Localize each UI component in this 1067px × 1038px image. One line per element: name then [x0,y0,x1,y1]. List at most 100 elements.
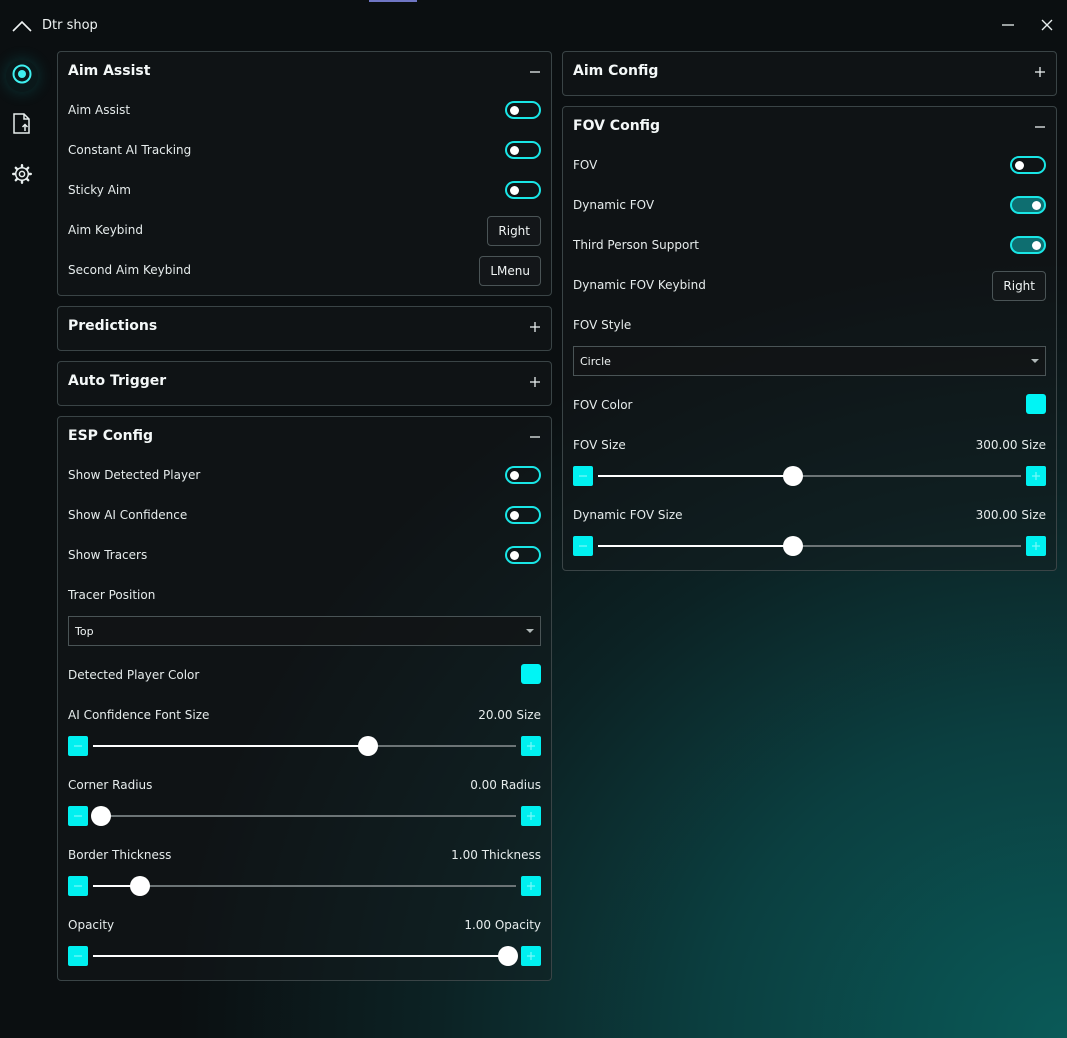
slider-thumb[interactable] [782,536,803,556]
ai-confidence-font-size-label: AI Confidence Font Size [68,708,210,722]
dynamic-fov-size-slider [573,536,1046,556]
constant-ai-tracking-toggle[interactable] [505,141,541,159]
aim-config-header[interactable]: Aim Config [563,52,1056,92]
fov-config-panel: FOV Config FOV Dynamic FOV Third Person … [562,106,1057,571]
slider-thumb[interactable] [91,806,112,826]
panel-title: Auto Trigger [68,373,167,389]
third-person-support-row: Third Person Support [573,234,1046,258]
corner-radius-slider [68,806,541,826]
increment-button[interactable] [521,876,541,896]
fov-size-row: FOV Size 300.00 Size [573,434,1046,458]
toggle-knob [510,146,519,155]
esp-config-header[interactable]: ESP Config [58,417,551,457]
fov-toggle[interactable] [1010,156,1046,174]
gear-icon [11,163,33,189]
slider-thumb[interactable] [129,876,150,896]
corner-radius-value: 0.00 Radius [470,778,541,792]
collapse-icon[interactable] [527,429,543,445]
fov-style-select[interactable]: Circle [573,346,1046,376]
sticky-aim-label: Sticky Aim [68,183,131,197]
slider-thumb[interactable] [782,466,803,486]
slider-track[interactable] [598,466,1021,486]
aim-assist-toggle[interactable] [505,101,541,119]
opacity-row: Opacity 1.00 Opacity [68,914,541,938]
opacity-slider [68,946,541,966]
dynamic-fov-keybind-button[interactable]: Right [992,271,1046,301]
slider-track[interactable] [93,736,516,756]
expand-icon[interactable] [1032,64,1048,80]
dynamic-fov-row: Dynamic FOV [573,194,1046,218]
aim-keybind-label: Aim Keybind [68,223,143,237]
dynamic-fov-keybind-row: Dynamic FOV Keybind Right [573,271,1046,301]
aim-keybind-button[interactable]: Right [487,216,541,246]
slider-track[interactable] [93,946,518,966]
slider-thumb[interactable] [497,946,518,966]
constant-ai-tracking-label: Constant AI Tracking [68,143,192,157]
decrement-button[interactable] [68,876,88,896]
ai-confidence-font-size-row: AI Confidence Font Size 20.00 Size [68,704,541,728]
slider-track[interactable] [91,806,516,826]
aim-assist-header[interactable]: Aim Assist [58,52,551,92]
show-ai-confidence-row: Show AI Confidence [68,504,541,528]
ai-confidence-font-size-value: 20.00 Size [478,708,541,722]
decrement-button[interactable] [573,466,593,486]
chevron-down-icon [1031,359,1039,363]
tracer-position-row: Tracer Position [68,584,541,608]
slider-thumb[interactable] [357,736,378,756]
detected-player-color-label: Detected Player Color [68,668,200,682]
second-aim-keybind-label: Second Aim Keybind [68,263,191,277]
toggle-knob [510,551,519,560]
predictions-header[interactable]: Predictions [58,307,551,347]
sidebar [0,52,44,1038]
increment-button[interactable] [1026,466,1046,486]
auto-trigger-header[interactable]: Auto Trigger [58,362,551,402]
show-detected-player-toggle[interactable] [505,466,541,484]
slider-fill [598,545,793,547]
decrement-button[interactable] [68,946,88,966]
show-tracers-label: Show Tracers [68,548,148,562]
sidebar-item-files[interactable] [6,110,38,142]
dynamic-fov-keybind-label: Dynamic FOV Keybind [573,278,706,292]
slider-track[interactable] [93,876,516,896]
fov-label: FOV [573,158,598,172]
tracer-position-select[interactable]: Top [68,616,541,646]
increment-button[interactable] [1026,536,1046,556]
sidebar-item-settings[interactable] [6,160,38,192]
decrement-button[interactable] [68,736,88,756]
border-thickness-slider [68,876,541,896]
fov-config-header[interactable]: FOV Config [563,107,1056,147]
increment-button[interactable] [521,806,541,826]
second-aim-keybind-button[interactable]: LMenu [479,256,541,286]
border-thickness-value: 1.00 Thickness [451,848,541,862]
dynamic-fov-size-row: Dynamic FOV Size 300.00 Size [573,504,1046,528]
panel-title: Aim Assist [68,63,151,79]
collapse-icon[interactable] [1032,119,1048,135]
slider-fill [93,745,368,747]
slider-fill [598,475,793,477]
second-aim-keybind-row: Second Aim Keybind LMenu [68,256,541,286]
increment-button[interactable] [521,736,541,756]
expand-icon[interactable] [527,319,543,335]
close-button[interactable] [1038,16,1056,34]
sidebar-item-aim[interactable] [6,60,38,92]
opacity-label: Opacity [68,918,115,932]
sticky-aim-toggle[interactable] [505,181,541,199]
detected-player-color-swatch[interactable] [521,664,541,684]
corner-radius-label: Corner Radius [68,778,153,792]
decrement-button[interactable] [68,806,88,826]
collapse-icon[interactable] [527,64,543,80]
increment-button[interactable] [521,946,541,966]
minimize-button[interactable] [999,16,1017,34]
panel-title: Aim Config [573,63,659,79]
show-tracers-toggle[interactable] [505,546,541,564]
decrement-button[interactable] [573,536,593,556]
dynamic-fov-label: Dynamic FOV [573,198,655,212]
slider-track[interactable] [598,536,1021,556]
dynamic-fov-toggle[interactable] [1010,196,1046,214]
auto-trigger-panel: Auto Trigger [57,361,552,406]
show-ai-confidence-toggle[interactable] [505,506,541,524]
third-person-support-toggle[interactable] [1010,236,1046,254]
expand-icon[interactable] [527,374,543,390]
toggle-knob [510,106,519,115]
fov-color-swatch[interactable] [1026,394,1046,414]
